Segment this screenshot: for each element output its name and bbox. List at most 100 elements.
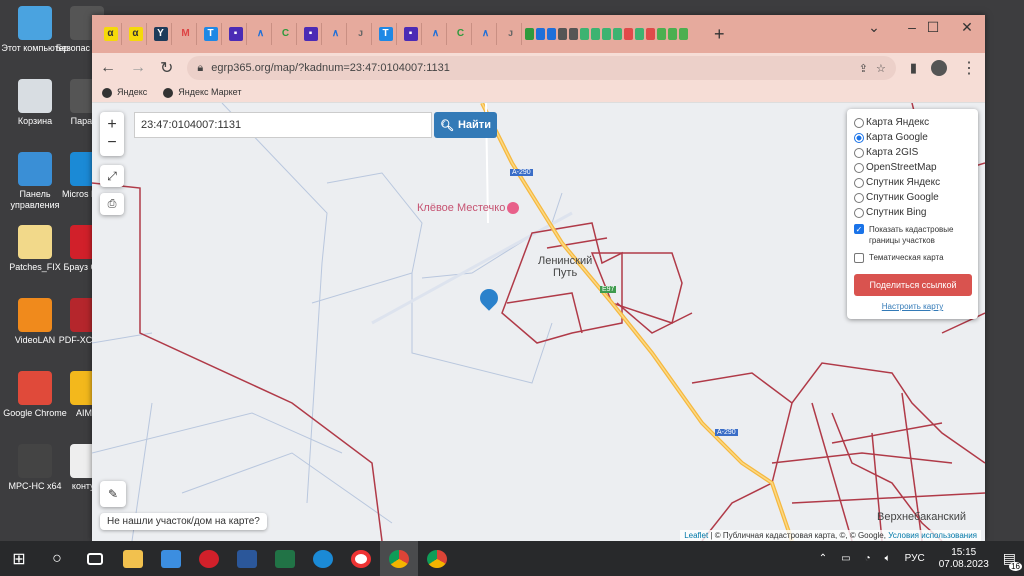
avatar[interactable]	[931, 60, 947, 76]
taskview-icon[interactable]	[76, 541, 114, 576]
mini-tab[interactable]	[635, 28, 644, 40]
explorer-icon[interactable]	[114, 541, 152, 576]
pinned-tab[interactable]: α	[100, 23, 122, 45]
chevron-up-icon[interactable]: ⌃	[819, 553, 827, 564]
zoom-in-button[interactable]: +	[107, 116, 116, 134]
mail-icon[interactable]	[152, 541, 190, 576]
poi-marker-icon[interactable]	[507, 202, 519, 214]
forward-icon[interactable]: →	[130, 59, 146, 77]
chrome-taskbar-icon[interactable]	[380, 541, 418, 576]
radio-icon[interactable]	[854, 207, 864, 218]
radio-icon[interactable]	[854, 177, 864, 188]
mini-tab[interactable]	[679, 28, 688, 40]
menu-icon[interactable]: ⋮	[961, 58, 977, 78]
pinned-tab[interactable]: Y	[150, 23, 172, 45]
bookmark-item[interactable]: Яндекс Маркет	[163, 87, 242, 98]
location-pin-icon[interactable]	[476, 285, 502, 315]
pinned-tab[interactable]: ᴊ	[350, 23, 372, 45]
share-link-button[interactable]: Поделиться ссылкой	[854, 274, 972, 296]
back-icon[interactable]: ←	[100, 59, 116, 77]
pinned-tab[interactable]: T	[375, 23, 397, 45]
mini-tab[interactable]	[525, 28, 534, 40]
radio-icon[interactable]	[854, 117, 864, 128]
share-icon[interactable]: ⇪	[859, 62, 868, 75]
pinned-tab[interactable]: T	[200, 23, 222, 45]
fullscreen-icon[interactable]: ⤢	[100, 165, 124, 187]
search-icon[interactable]: ○	[38, 541, 76, 576]
pinned-tab[interactable]: M	[175, 23, 197, 45]
pinned-tab[interactable]: ▪	[225, 23, 247, 45]
pinned-tab[interactable]: ▪	[300, 23, 322, 45]
language-indicator[interactable]: РУС	[905, 553, 925, 564]
url-text[interactable]: egrp365.org/map/?kadnum=23:47:0104007:11…	[211, 62, 850, 74]
layer-option[interactable]: Карта 2GIS	[854, 145, 971, 160]
sidebar-icon[interactable]: ▮	[910, 60, 917, 76]
leaflet-link[interactable]: Leaflet	[684, 531, 708, 540]
pinned-tab[interactable]: ∧	[425, 23, 447, 45]
battery-icon[interactable]: ▭	[841, 553, 850, 564]
edge-icon[interactable]	[304, 541, 342, 576]
mini-tab[interactable]	[668, 28, 677, 40]
yandex-browser-icon[interactable]	[342, 541, 380, 576]
pinned-tab[interactable]: α	[125, 23, 147, 45]
wifi-icon[interactable]: ◔	[865, 553, 871, 564]
zoom-out-button[interactable]: −	[107, 134, 116, 152]
mini-tab[interactable]	[569, 28, 578, 40]
layer-option[interactable]: Карта Яндекс	[854, 115, 971, 130]
maximize-button[interactable]: ☐	[918, 15, 948, 39]
radio-icon[interactable]	[854, 132, 864, 143]
notifications-icon[interactable]: ▤ 16	[1003, 550, 1022, 571]
layer-option[interactable]: Карта Google	[854, 130, 971, 145]
excel-icon[interactable]	[266, 541, 304, 576]
radio-icon[interactable]	[854, 147, 864, 158]
address-bar[interactable]: 🔒︎ egrp365.org/map/?kadnum=23:47:0104007…	[187, 56, 896, 80]
pinned-tab[interactable]: ∧	[250, 23, 272, 45]
tab-search-button[interactable]: ⌄	[859, 15, 889, 39]
mini-tab[interactable]	[624, 28, 633, 40]
ruler-icon[interactable]: ✎	[100, 481, 126, 507]
reload-icon[interactable]: ↻	[160, 58, 173, 78]
start-button[interactable]: ⊞	[0, 541, 38, 576]
not-found-link[interactable]: Не нашли участок/дом на карте?	[100, 513, 267, 530]
mini-tab[interactable]	[646, 28, 655, 40]
mini-tab[interactable]	[613, 28, 622, 40]
map-canvas[interactable]: Клёвое Местечко Ленинский Путь Верхнебака…	[92, 103, 985, 541]
mini-tab[interactable]	[536, 28, 545, 40]
bookmark-item[interactable]: Яндекс	[102, 87, 147, 98]
pinned-tab[interactable]: ▪	[400, 23, 422, 45]
pinned-tab[interactable]: C	[450, 23, 472, 45]
pinned-tab[interactable]: ∧	[475, 23, 497, 45]
mini-tab[interactable]	[580, 28, 589, 40]
mini-tab[interactable]	[591, 28, 600, 40]
radio-icon[interactable]	[854, 162, 864, 173]
cadastral-search-input[interactable]	[134, 112, 432, 138]
layer-option[interactable]: OpenStreetMap	[854, 160, 971, 175]
layer-option[interactable]: Спутник Яндекс	[854, 175, 971, 190]
clock[interactable]: 15:15 07.08.2023	[939, 547, 989, 571]
poi-label[interactable]: Клёвое Местечко	[417, 202, 505, 214]
mini-tab[interactable]	[558, 28, 567, 40]
terms-link[interactable]: Условия использования	[888, 531, 977, 540]
radio-icon[interactable]	[854, 192, 864, 203]
word-icon[interactable]	[228, 541, 266, 576]
pinned-tab[interactable]: ∧	[325, 23, 347, 45]
mini-tab[interactable]	[547, 28, 556, 40]
close-button[interactable]: ✕	[952, 15, 982, 39]
pinned-tab[interactable]: ᴊ	[500, 23, 522, 45]
find-button[interactable]: 🔍︎ Найти	[434, 112, 497, 138]
chrome-taskbar-icon[interactable]	[418, 541, 456, 576]
thematic-map-checkbox[interactable]: Тематическая карта	[854, 250, 971, 265]
checkbox-icon[interactable]: ✓	[854, 224, 864, 234]
star-icon[interactable]: ☆	[876, 62, 886, 75]
new-tab-button[interactable]: +	[714, 24, 725, 45]
checkbox-icon[interactable]	[854, 252, 864, 263]
show-cadastral-checkbox[interactable]: ✓ Показать кадастровые границы участков	[854, 224, 971, 250]
pinned-tab[interactable]: C	[275, 23, 297, 45]
configure-map-link[interactable]: Настроить карту	[854, 302, 971, 311]
layer-option[interactable]: Спутник Google	[854, 190, 971, 205]
volume-icon[interactable]: 🔈︎	[885, 553, 891, 564]
opera-icon[interactable]	[190, 541, 228, 576]
mini-tab[interactable]	[602, 28, 611, 40]
layer-option[interactable]: Спутник Bing	[854, 205, 971, 220]
print-icon[interactable]: ⎙	[100, 193, 124, 215]
